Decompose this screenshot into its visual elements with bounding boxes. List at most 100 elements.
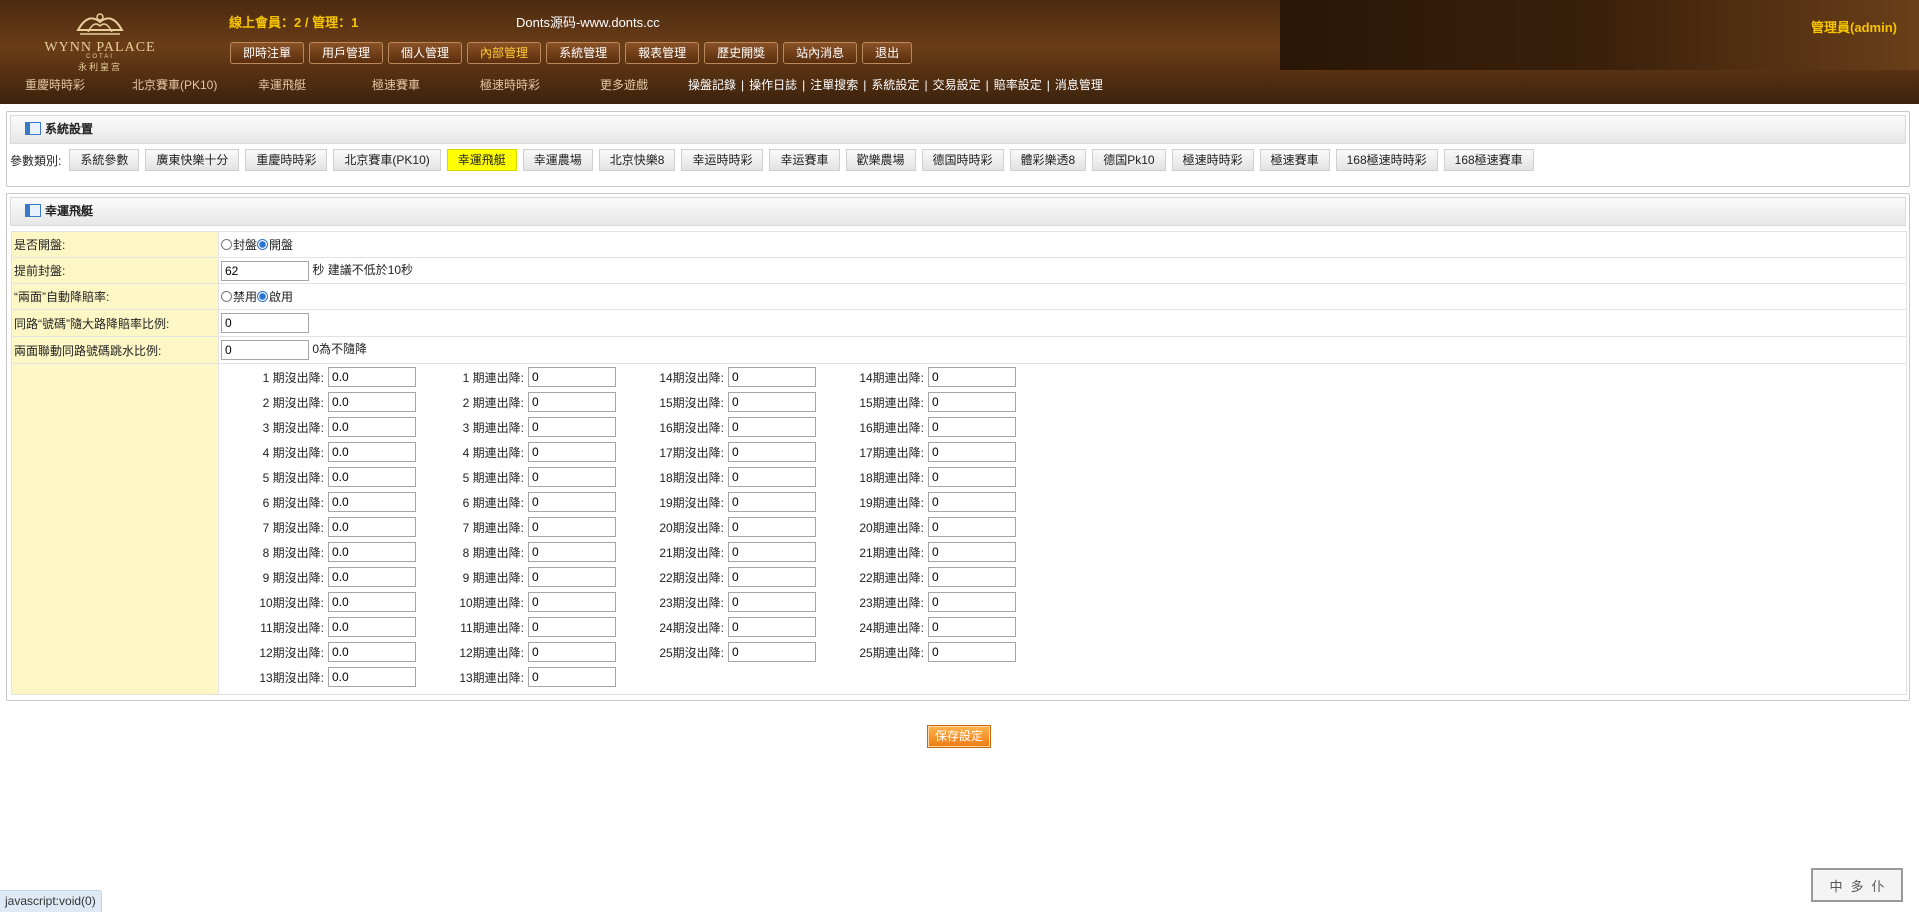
decrease-input[interactable] — [928, 592, 1016, 612]
decrease-input[interactable] — [328, 367, 416, 387]
decrease-input[interactable] — [528, 392, 616, 412]
decrease-input[interactable] — [928, 517, 1016, 537]
category-button-7[interactable]: 幸运時時彩 — [681, 149, 764, 171]
nav-button-2[interactable]: 個人管理 — [388, 42, 463, 64]
admin-link-1[interactable]: 操作日誌 — [749, 78, 797, 92]
game-link-jsssc[interactable]: 極速時時彩 — [480, 76, 540, 93]
decrease-input[interactable] — [528, 442, 616, 462]
decrease-input[interactable] — [328, 467, 416, 487]
nav-button-0[interactable]: 即時注單 — [230, 42, 305, 64]
same-road-input[interactable] — [221, 313, 309, 333]
decrease-input[interactable] — [328, 492, 416, 512]
nav-button-8[interactable]: 退出 — [862, 42, 913, 64]
admin-link-4[interactable]: 交易設定 — [933, 78, 981, 92]
category-button-14[interactable]: 極速賽車 — [1259, 149, 1330, 171]
admin-link-6[interactable]: 消息管理 — [1055, 78, 1103, 92]
category-button-3[interactable]: 北京賽車(PK10) — [333, 149, 441, 171]
save-settings-button[interactable]: 保存設定 — [927, 725, 992, 748]
category-button-1[interactable]: 廣東快樂十分 — [145, 149, 240, 171]
decrease-input[interactable] — [528, 367, 616, 387]
admin-link-0[interactable]: 操盤記錄 — [688, 78, 736, 92]
decrease-input[interactable] — [328, 617, 416, 637]
category-button-12[interactable]: 德国Pk10 — [1092, 149, 1166, 171]
game-link-more[interactable]: 更多遊戲 — [600, 76, 648, 93]
close-ahead-input[interactable] — [221, 260, 309, 281]
decrease-label: 15期沒出降: — [659, 396, 724, 410]
category-button-5[interactable]: 幸運農場 — [522, 149, 593, 171]
decrease-input[interactable] — [328, 517, 416, 537]
radio-close[interactable] — [221, 239, 232, 251]
linkage-input[interactable] — [221, 340, 309, 360]
decrease-input[interactable] — [728, 367, 816, 387]
decrease-input[interactable] — [528, 617, 616, 637]
decrease-input[interactable] — [728, 642, 816, 662]
decrease-input[interactable] — [728, 617, 816, 637]
decrease-input[interactable] — [328, 392, 416, 412]
game-link-pk10[interactable]: 北京賽車(PK10) — [132, 76, 217, 93]
category-button-16[interactable]: 168極速賽車 — [1443, 149, 1534, 171]
category-button-6[interactable]: 北京快樂8 — [598, 149, 676, 171]
decrease-input[interactable] — [728, 542, 816, 562]
decrease-item: 24期連出降: — [859, 617, 1016, 638]
decrease-input[interactable] — [328, 642, 416, 662]
radio-disable[interactable] — [221, 291, 232, 303]
nav-button-7[interactable]: 站內消息 — [783, 42, 858, 64]
category-button-0[interactable]: 系統參數 — [69, 149, 140, 171]
radio-open[interactable] — [257, 239, 269, 251]
category-button-10[interactable]: 德国時時彩 — [921, 149, 1004, 171]
decrease-input[interactable] — [328, 567, 416, 587]
decrease-input[interactable] — [528, 467, 616, 487]
decrease-input[interactable] — [528, 667, 616, 687]
decrease-input[interactable] — [928, 392, 1016, 412]
decrease-input[interactable] — [728, 417, 816, 437]
decrease-input[interactable] — [328, 592, 416, 612]
decrease-input[interactable] — [528, 417, 616, 437]
category-button-8[interactable]: 幸运賽車 — [769, 149, 840, 171]
decrease-input[interactable] — [728, 392, 816, 412]
nav-button-4[interactable]: 系統管理 — [546, 42, 621, 64]
decrease-input[interactable] — [528, 592, 616, 612]
decrease-input[interactable] — [328, 667, 416, 687]
decrease-input[interactable] — [728, 592, 816, 612]
decrease-input[interactable] — [928, 467, 1016, 487]
decrease-input[interactable] — [728, 567, 816, 587]
decrease-input[interactable] — [928, 542, 1016, 562]
category-button-2[interactable]: 重慶時時彩 — [245, 149, 328, 171]
decrease-input[interactable] — [728, 442, 816, 462]
admin-link-2[interactable]: 注單搜索 — [810, 78, 858, 92]
decrease-input[interactable] — [728, 492, 816, 512]
decrease-input[interactable] — [328, 542, 416, 562]
decrease-input[interactable] — [528, 492, 616, 512]
decrease-input[interactable] — [528, 567, 616, 587]
admin-link-5[interactable]: 賠率設定 — [994, 78, 1042, 92]
decrease-input[interactable] — [528, 542, 616, 562]
decrease-input[interactable] — [928, 642, 1016, 662]
decrease-input[interactable] — [928, 492, 1016, 512]
decrease-input[interactable] — [528, 517, 616, 537]
admin-user[interactable]: 管理員(admin) — [1811, 17, 1897, 36]
decrease-input[interactable] — [928, 417, 1016, 437]
category-button-4[interactable]: 幸運飛艇 — [446, 149, 517, 171]
decrease-input[interactable] — [928, 367, 1016, 387]
game-link-xyft[interactable]: 幸運飛艇 — [258, 76, 306, 93]
nav-button-6[interactable]: 歷史開獎 — [704, 42, 779, 64]
decrease-input[interactable] — [928, 617, 1016, 637]
decrease-input[interactable] — [728, 467, 816, 487]
nav-button-3[interactable]: 內部管理 — [467, 42, 542, 64]
radio-enable[interactable] — [257, 291, 269, 303]
decrease-input[interactable] — [928, 442, 1016, 462]
decrease-input[interactable] — [728, 517, 816, 537]
decrease-input[interactable] — [328, 417, 416, 437]
nav-button-1[interactable]: 用戶管理 — [309, 42, 384, 64]
game-link-jssc[interactable]: 極速賽車 — [372, 76, 420, 93]
decrease-input[interactable] — [928, 567, 1016, 587]
decrease-input[interactable] — [528, 642, 616, 662]
category-button-11[interactable]: 體彩樂透8 — [1009, 149, 1087, 171]
admin-link-3[interactable]: 系統設定 — [871, 78, 919, 92]
nav-button-5[interactable]: 報表管理 — [625, 42, 700, 64]
category-button-13[interactable]: 極速時時彩 — [1171, 149, 1254, 171]
category-button-9[interactable]: 歡樂農場 — [845, 149, 916, 171]
decrease-input[interactable] — [328, 442, 416, 462]
game-link-cqssc[interactable]: 重慶時時彩 — [25, 76, 85, 93]
category-button-15[interactable]: 168極速時時彩 — [1335, 149, 1438, 171]
